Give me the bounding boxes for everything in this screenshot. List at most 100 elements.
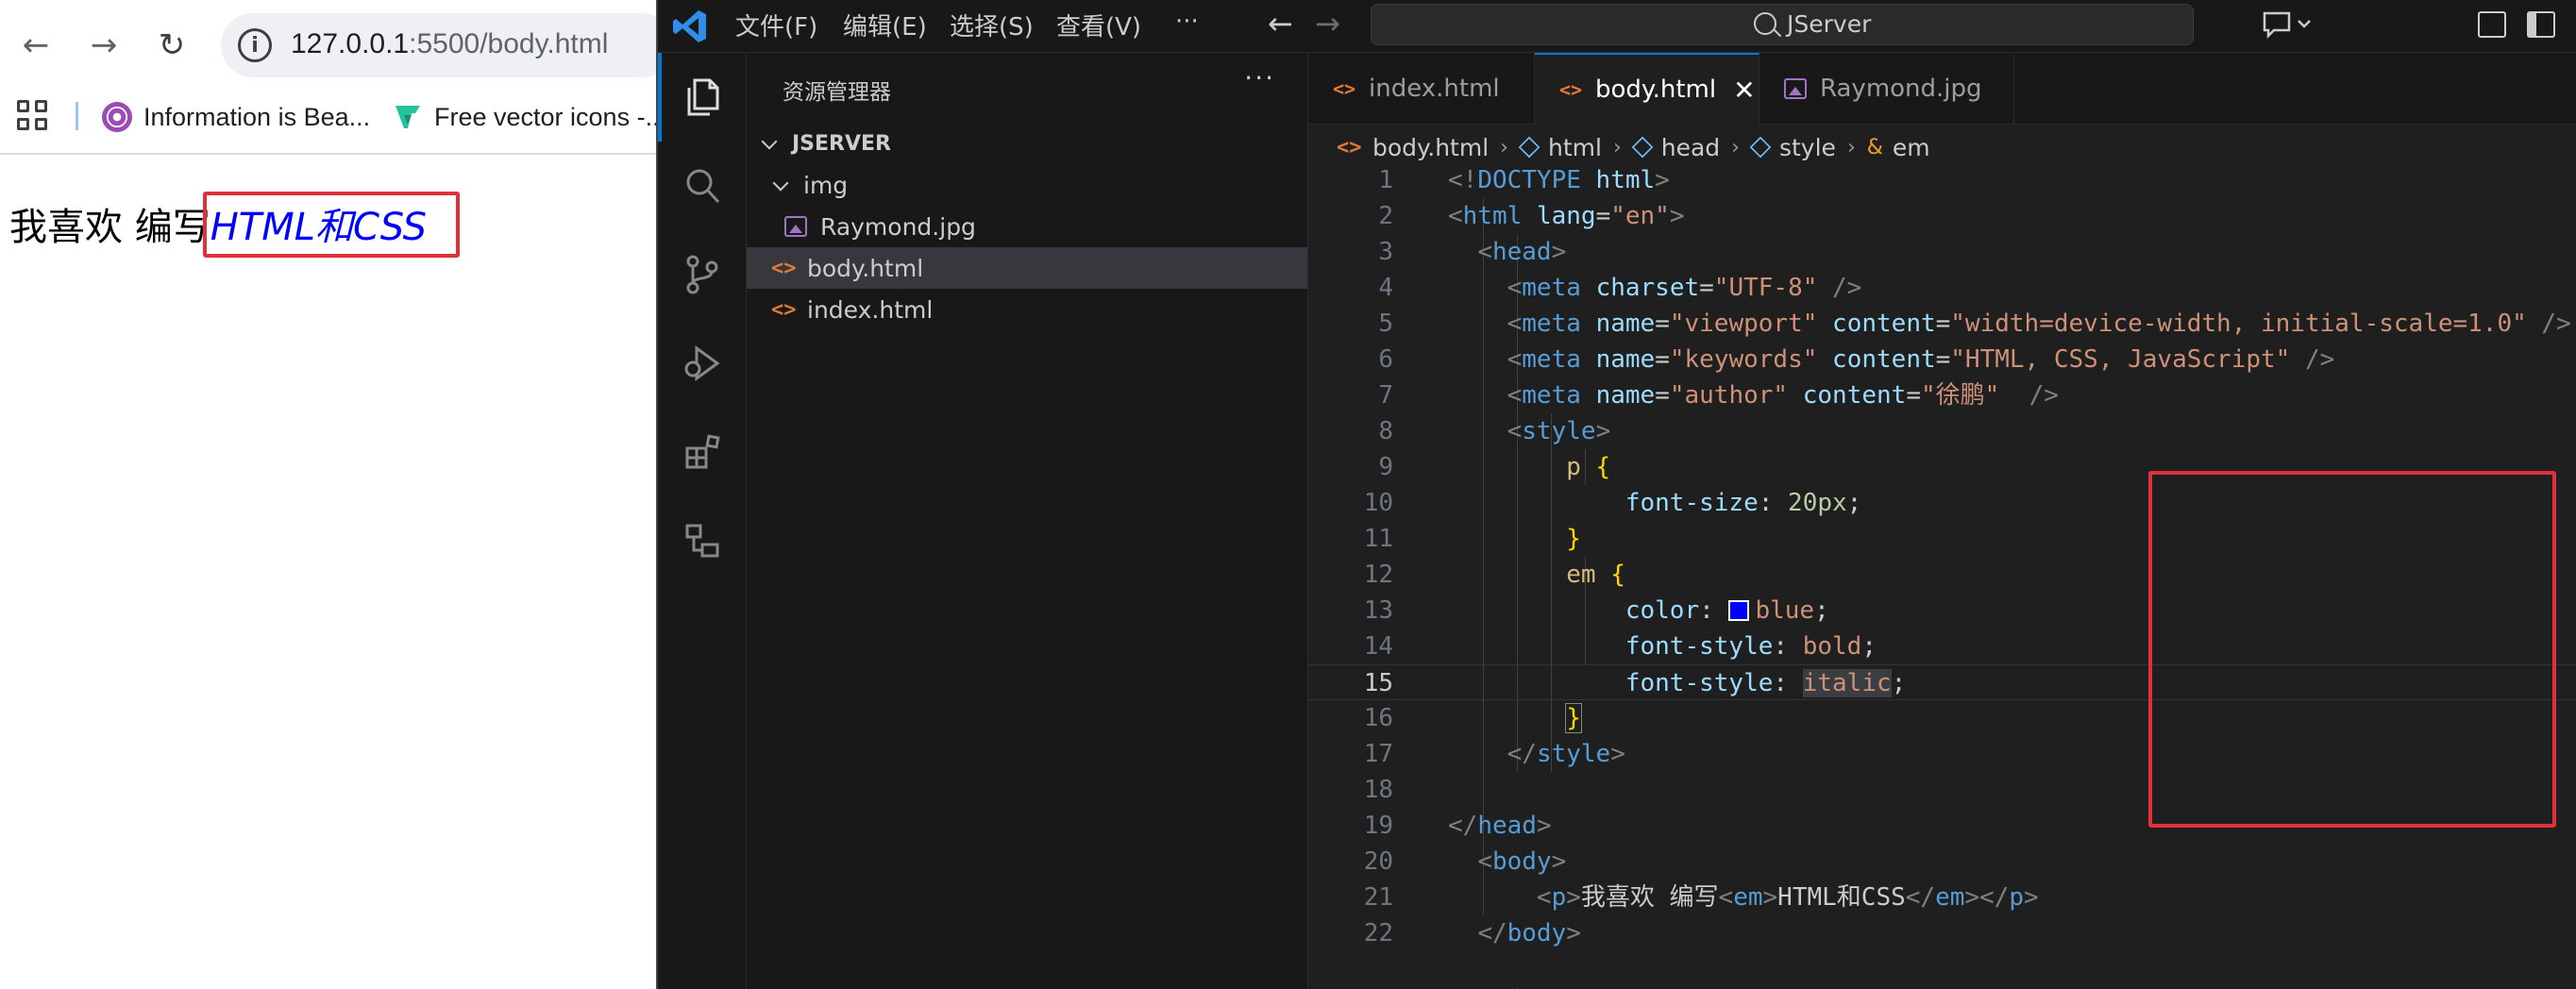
- site-info-icon[interactable]: i: [238, 28, 272, 62]
- line-number: 9: [1378, 453, 1393, 481]
- breadcrumb-item[interactable]: style: [1779, 134, 1836, 161]
- line-number: 10: [1363, 489, 1393, 517]
- tree-file-label: Raymond.jpg: [820, 212, 976, 241]
- menu-view[interactable]: 查看(V): [1056, 8, 1141, 45]
- tree-root-label: JSERVER: [792, 131, 891, 156]
- editor-group: <> index.html <> body.html ✕ Raymond.jpg…: [1308, 53, 2576, 989]
- back-icon[interactable]: ←: [13, 23, 59, 68]
- nav-back-icon[interactable]: ←: [1268, 6, 1293, 42]
- code-line: 1 <!DOCTYPE html>: [1308, 162, 2576, 198]
- menu-more[interactable]: ···: [1175, 8, 1199, 45]
- color-swatch-blue[interactable]: [1728, 600, 1750, 621]
- code-line: 6 <meta name="keywords" content="HTML, C…: [1308, 342, 2576, 377]
- html-file-icon: <>: [771, 256, 797, 280]
- code-line: 8 <style>: [1308, 413, 2576, 449]
- line-number: 1: [1378, 166, 1393, 194]
- vscode-window: 文件(F) 编辑(E) 选择(S) 查看(V) ··· ← → JServer: [656, 0, 2576, 989]
- html-file-icon: <>: [1559, 78, 1583, 101]
- explorer-icon[interactable]: [658, 53, 747, 142]
- toggle-sidebar-icon[interactable]: [2527, 11, 2555, 38]
- menu-edit[interactable]: 编辑(E): [843, 8, 927, 45]
- apps-grid-icon[interactable]: [17, 100, 47, 130]
- tree-file-raymond-jpg[interactable]: Raymond.jpg: [747, 206, 1307, 247]
- editor-tabs: <> index.html <> body.html ✕ Raymond.jpg: [1308, 53, 2576, 125]
- bookmark-label: Information is Bea...: [143, 102, 371, 131]
- tab-label: body.html: [1595, 75, 1717, 104]
- line-number: 17: [1363, 740, 1393, 768]
- image-file-icon: [1784, 78, 1807, 99]
- code-line: 3 <head>: [1308, 234, 2576, 270]
- activity-bar: [658, 53, 747, 989]
- breadcrumb-item[interactable]: head: [1661, 134, 1720, 161]
- browser-window: ← → ↻ i 127.0.0.1:5500/body.html Informa…: [0, 0, 674, 989]
- line-number: 12: [1363, 561, 1393, 589]
- breadcrumb-item[interactable]: html: [1548, 134, 1602, 161]
- explorer-sidebar: 资源管理器 ··· JSERVER img Raymond.jpg <> bod…: [747, 53, 1308, 989]
- tab-body-html[interactable]: <> body.html ✕: [1535, 53, 1759, 125]
- tab-label: Raymond.jpg: [1820, 75, 1982, 103]
- bookmark-information-is-beautiful[interactable]: Information is Bea...: [102, 98, 370, 136]
- tree-file-index-html[interactable]: <> index.html: [747, 289, 1307, 330]
- html-file-icon: <>: [771, 297, 797, 322]
- tree-folder-label: img: [803, 171, 849, 199]
- line-number: 22: [1363, 919, 1393, 947]
- line-number: 18: [1363, 776, 1393, 804]
- chevron-down-icon: [760, 134, 779, 153]
- breadcrumb-item[interactable]: em: [1893, 134, 1930, 161]
- chevron-right-icon: ›: [1500, 135, 1508, 159]
- breadcrumb: <> body.html › html › head › style › & e…: [1337, 128, 1930, 166]
- highlight-box-style-block: [2148, 471, 2556, 828]
- code-line: 22 </body>: [1308, 915, 2576, 951]
- line-number: 11: [1363, 525, 1393, 553]
- tree-file-body-html[interactable]: <> body.html: [747, 247, 1307, 289]
- tab-index-html[interactable]: <> index.html: [1308, 53, 1535, 125]
- tree-file-label: body.html: [807, 254, 924, 282]
- nav-forward-icon[interactable]: →: [1315, 6, 1340, 42]
- reload-icon[interactable]: ↻: [149, 23, 194, 68]
- tab-raymond-jpg[interactable]: Raymond.jpg: [1759, 53, 2014, 125]
- html-file-icon: <>: [1337, 135, 1362, 159]
- url-path: :5500/body.html: [409, 28, 609, 59]
- flaticon-favicon-icon: [396, 106, 420, 128]
- tree-file-label: index.html: [807, 295, 934, 324]
- more-actions-icon[interactable]: ···: [1244, 62, 1275, 93]
- html-file-icon: <>: [1333, 77, 1356, 100]
- bookmark-label: Free vector icons -...: [434, 102, 667, 131]
- symbol-key-icon: &: [1866, 135, 1883, 159]
- source-control-icon[interactable]: [658, 230, 747, 319]
- line-number: 15: [1363, 669, 1393, 697]
- breadcrumb-item[interactable]: body.html: [1372, 134, 1489, 161]
- address-bar[interactable]: i 127.0.0.1:5500/body.html: [221, 13, 674, 77]
- line-number: 20: [1363, 847, 1393, 876]
- vscode-logo-icon: [673, 10, 706, 42]
- command-center-search[interactable]: JServer: [1371, 4, 2194, 45]
- line-number: 8: [1378, 417, 1393, 445]
- title-bar: 文件(F) 编辑(E) 选择(S) 查看(V) ··· ← → JServer: [658, 0, 2576, 53]
- copilot-chat-icon[interactable]: [2261, 8, 2314, 42]
- line-number: 5: [1378, 310, 1393, 338]
- forward-icon[interactable]: →: [81, 23, 126, 68]
- customize-layout-icon[interactable]: [2478, 11, 2506, 38]
- highlight-box-output: [203, 192, 460, 258]
- url-text[interactable]: 127.0.0.1:5500/body.html: [291, 28, 608, 60]
- remote-explorer-icon[interactable]: [658, 496, 747, 585]
- tree-root-jserver[interactable]: JSERVER: [747, 123, 1307, 164]
- close-icon[interactable]: ✕: [1733, 75, 1755, 106]
- tree-folder-img[interactable]: img: [747, 164, 1307, 206]
- line-number: 14: [1363, 632, 1393, 661]
- extensions-icon[interactable]: [658, 408, 747, 496]
- run-debug-icon[interactable]: [658, 319, 747, 408]
- line-number: 6: [1378, 345, 1393, 374]
- bookmark-free-vector-icons[interactable]: Free vector icons -...: [393, 98, 666, 136]
- explorer-title: 资源管理器: [783, 80, 891, 105]
- code-line: 2 <html lang="en">: [1308, 198, 2576, 234]
- element-symbol-icon: [1749, 136, 1772, 159]
- search-icon[interactable]: [658, 142, 747, 230]
- code-line: 20 <body>: [1308, 844, 2576, 880]
- tab-label: index.html: [1369, 75, 1500, 103]
- menu-selection[interactable]: 选择(S): [950, 8, 1034, 45]
- browser-toolbar: ← → ↻ i 127.0.0.1:5500/body.html: [0, 0, 674, 91]
- menu-file[interactable]: 文件(F): [735, 8, 817, 45]
- code-line: 5 <meta name="viewport" content="width=d…: [1308, 306, 2576, 342]
- flower-favicon-icon: [102, 102, 132, 132]
